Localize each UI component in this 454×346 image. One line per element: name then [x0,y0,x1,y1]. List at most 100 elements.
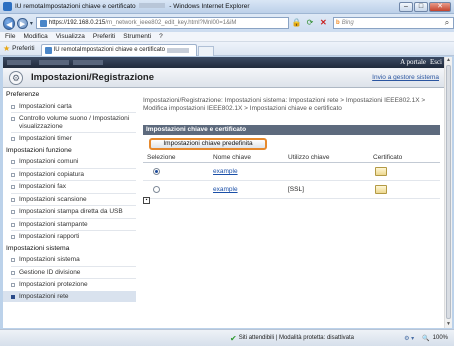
ie-icon [3,2,12,11]
menu-help[interactable]: ? [159,33,163,40]
menu-tools[interactable]: Strumenti [123,33,151,40]
search-box[interactable]: b Bing ⌕ [333,17,454,29]
column-header-certificate: Certificato [373,154,403,161]
bullet-icon [11,222,15,227]
breadcrumb: Impostazioni/Registrazione: Impostazioni… [143,97,426,112]
bullet-icon [11,235,15,239]
sidebar-item-label: Impostazioni scansione [19,195,87,203]
refresh-icon[interactable]: ⟳ [304,17,315,29]
certificate-icon[interactable] [375,167,387,176]
sidebar-item-label: Gestione ID divisione [19,268,81,276]
table-header: Selezione Nome chiave Utilizzo chiave Ce… [143,153,440,163]
favorites-star-icon[interactable]: ★ [3,44,10,53]
bullet-icon [11,294,15,299]
url-path: /rn_network_ieee802_edit_key.html?Mnl00=… [105,20,237,26]
new-tab-button[interactable] [197,45,214,56]
sidebar-item-scan[interactable]: Impostazioni scansione [3,194,136,206]
sidebar-item-copy[interactable]: Impostazioni copiatura [3,169,136,181]
selection-radio[interactable] [153,186,160,193]
stop-icon[interactable]: ✕ [318,17,329,29]
sidebar-item-label: Impostazioni carta [19,102,72,110]
sidebar-item-label: Impostazioni sistema [19,256,80,263]
trusted-sites-check-icon: ✔ [230,333,237,343]
top-dark-bar: A portale Esci [3,57,444,68]
sidebar-item-usb-print[interactable]: Impostazioni stampa diretta da USB [3,206,136,218]
scroll-down-icon[interactable]: ▼ [445,321,452,328]
sidebar-item-timer[interactable]: Impostazioni timer [3,133,136,145]
address-bar[interactable]: https://192.168.0.215 /rn_network_ieee80… [35,17,290,29]
tab-page-icon [44,46,52,54]
sidebar-item-common[interactable]: Impostazioni comuni [3,156,136,168]
security-zone: Siti attendibili | Modalità protetta: di… [238,335,354,341]
sidebar-item-network[interactable]: Impostazioni rete [3,290,136,302]
tab-title: IU remotaImpostazioni chiave e certifica… [53,47,165,53]
sidebar-item-volume-display[interactable]: Controllo volume suono / Impostazioni vi… [3,113,136,132]
menu-view[interactable]: Visualizza [56,33,85,40]
close-button[interactable]: ✕ [429,1,451,12]
url-host: https://192.168.0.215 [48,20,106,26]
column-header-key-usage: Utilizzo chiave [288,154,330,161]
bullet-icon [11,270,15,275]
window-title-text: IU remotaImpostazioni chiave e certifica… [15,3,136,10]
scroll-thumb[interactable] [446,65,451,319]
status-bar: ✔ Siti attendibili | Modalità protetta: … [0,329,454,346]
selection-radio[interactable] [153,168,160,175]
sidebar-item-reports[interactable]: Impostazioni rapporti [3,231,136,243]
window-title: IU remotaImpostazioni chiave e certifica… [15,3,399,10]
sidebar-category-function: Impostazioni funzione [6,146,72,154]
back-icon[interactable]: ◀ [3,16,16,30]
sidebar-item-label: Impostazioni copiatura [19,170,85,178]
sidebar-item-printer[interactable]: Impostazioni stampante [3,219,136,231]
zoom-icon[interactable]: 🔍 [422,335,429,342]
window-titlebar: IU remotaImpostazioni chiave e certifica… [0,0,454,14]
default-key-settings-button[interactable]: Impostazioni chiave predefinita [149,138,267,150]
sidebar-item-label: Impostazioni timer [19,135,72,142]
sidebar-item-label: Impostazioni rete [19,292,69,300]
redacted-box [73,60,103,65]
column-header-selection: Selezione [147,154,176,161]
scroll-up-icon[interactable]: ▲ [445,57,452,64]
bullet-icon [11,172,15,177]
sidebar-item-label: Impostazioni stampante [19,220,88,228]
sidebar-item-system[interactable]: Impostazioni sistema [3,254,136,266]
minimize-button[interactable]: – [399,1,413,12]
sidebar-item-label: Impostazioni comuni [19,158,79,165]
certificate-icon[interactable] [375,185,387,194]
lock-icon[interactable]: 🔒 [291,17,302,29]
print-icon[interactable]: ▪ [143,197,150,204]
settings-icon: ⚙ [9,71,23,85]
menu-favorites[interactable]: Preferiti [93,33,115,40]
sidebar: Preferenze Impostazioni carta Controllo … [3,89,136,328]
browser-tab[interactable]: IU remotaImpostazioni chiave e certifica… [40,43,197,56]
sidebar-item-fax[interactable]: Impostazioni fax [3,181,136,193]
menu-bar: File Modifica Visualizza Preferiti Strum… [0,32,454,42]
sidebar-item-paper[interactable]: Impostazioni carta [3,101,136,113]
bullet-icon [11,104,15,109]
sidebar-item-division-id[interactable]: Gestione ID divisione [3,267,136,279]
redacted-box [39,60,69,65]
sidebar-item-security[interactable]: Impostazioni protezione [3,279,136,291]
logout-link[interactable]: Esci [430,58,442,66]
bullet-icon [11,137,15,141]
favorites-bar: ★ Preferiti IU remotaImpostazioni chiave… [0,42,454,56]
key-name-link[interactable]: example [213,168,238,175]
search-icon[interactable]: ⌕ [441,18,453,28]
sidebar-category-system: Impostazioni sistema [6,244,70,252]
main-content: Impostazioni/Registrazione: Impostazioni… [143,89,441,328]
portal-link[interactable]: A portale [400,58,426,66]
vertical-scrollbar[interactable]: ▲ ▼ [444,57,452,328]
send-to-manager-link[interactable]: Invio a gestore sistema [372,74,439,81]
maximize-button[interactable]: □ [414,1,428,12]
forward-icon[interactable]: ▶ [17,17,28,29]
history-dropdown-icon[interactable]: ▾ [30,20,33,27]
key-usage: [SSL] [288,186,304,193]
favorites-button[interactable]: Preferiti [12,45,34,52]
zoom-level[interactable]: 100% [433,335,448,341]
protected-mode-icon[interactable]: ⚙ ▾ [404,335,414,342]
bullet-icon [11,283,15,287]
bullet-icon [11,197,15,202]
bullet-icon [11,160,15,164]
menu-file[interactable]: File [5,33,15,40]
key-name-link[interactable]: example [213,186,238,193]
menu-edit[interactable]: Modifica [23,33,47,40]
